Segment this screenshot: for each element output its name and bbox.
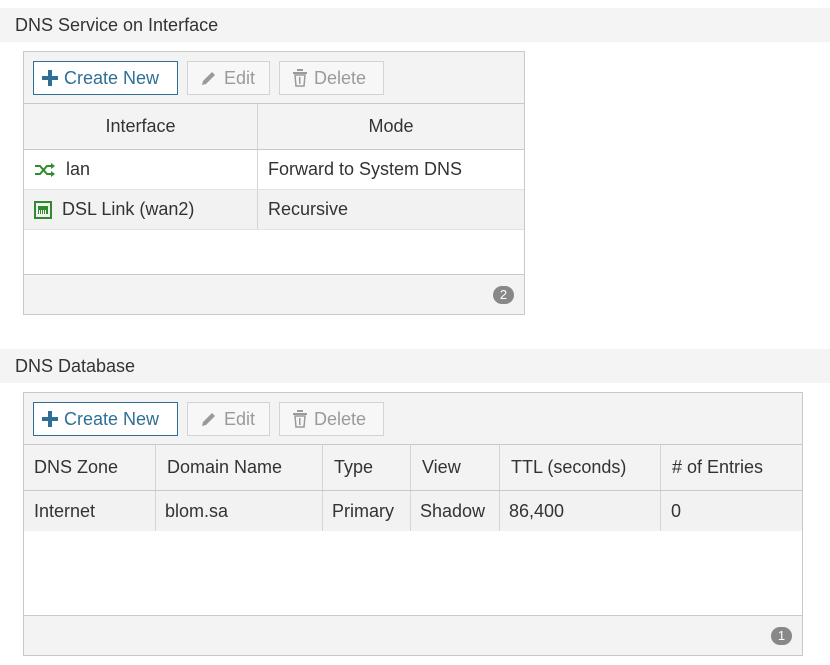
dns-service-panel: Create New Edit Delete Interface Mode la… [23, 51, 525, 315]
create-new-button[interactable]: Create New [33, 61, 178, 95]
table-header: DNS Zone Domain Name Type View TTL (seco… [24, 445, 802, 491]
dns-database-panel: Create New Edit Delete DNS Zone Domain N… [23, 392, 803, 656]
column-header-dns-zone[interactable]: DNS Zone [24, 445, 155, 490]
column-header-ttl[interactable]: TTL (seconds) [499, 445, 660, 490]
delete-button[interactable]: Delete [279, 61, 384, 95]
dns-database-section-title: DNS Database [0, 349, 830, 383]
table-row[interactable]: Internet blom.sa Primary Shadow 86,400 0 [24, 491, 802, 531]
delete-button[interactable]: Delete [279, 402, 384, 436]
dns-zone-value: Internet [34, 500, 96, 521]
column-header-type[interactable]: Type [322, 445, 410, 490]
trash-icon [292, 410, 308, 428]
edit-button[interactable]: Edit [187, 61, 270, 95]
column-header-entries[interactable]: # of Entries [660, 445, 802, 490]
interface-name: DSL Link (wan2) [62, 199, 195, 219]
dns-service-toolbar: Create New Edit Delete [24, 52, 524, 104]
edit-label: Edit [224, 68, 256, 88]
row-count-badge: 2 [493, 286, 514, 304]
table-footer: 2 [24, 274, 524, 314]
dsl-port-icon [34, 200, 52, 219]
table-row[interactable]: lan Forward to System DNS [24, 150, 524, 190]
plus-icon [42, 70, 58, 86]
table-footer: 1 [24, 615, 802, 655]
row-count-badge: 1 [771, 627, 792, 645]
mode-value: Forward to System DNS [257, 150, 524, 189]
delete-label: Delete [314, 68, 367, 88]
ttl-value: 86,400 [499, 491, 660, 531]
trash-icon [292, 69, 308, 87]
create-new-label: Create New [64, 409, 160, 429]
create-new-label: Create New [64, 68, 160, 88]
delete-label: Delete [314, 409, 367, 429]
entries-value: 0 [660, 491, 802, 531]
column-header-view[interactable]: View [410, 445, 499, 490]
edit-label: Edit [224, 409, 256, 429]
dns-service-section-title: DNS Service on Interface [0, 8, 830, 42]
create-new-button[interactable]: Create New [33, 402, 178, 436]
column-header-mode[interactable]: Mode [257, 104, 524, 149]
pencil-icon [200, 410, 218, 428]
view-value: Shadow [410, 491, 499, 531]
column-header-domain-name[interactable]: Domain Name [155, 445, 322, 490]
domain-name-value: blom.sa [155, 491, 322, 531]
dns-database-toolbar: Create New Edit Delete [24, 393, 802, 445]
pencil-icon [200, 69, 218, 87]
network-switch-icon [34, 162, 56, 178]
interface-name: lan [66, 159, 91, 179]
edit-button[interactable]: Edit [187, 402, 270, 436]
table-header: Interface Mode [24, 104, 524, 150]
type-value: Primary [322, 491, 410, 531]
plus-icon [42, 411, 58, 427]
column-header-interface[interactable]: Interface [24, 104, 257, 149]
mode-value: Recursive [257, 190, 524, 229]
table-row[interactable]: DSL Link (wan2) Recursive [24, 190, 524, 230]
